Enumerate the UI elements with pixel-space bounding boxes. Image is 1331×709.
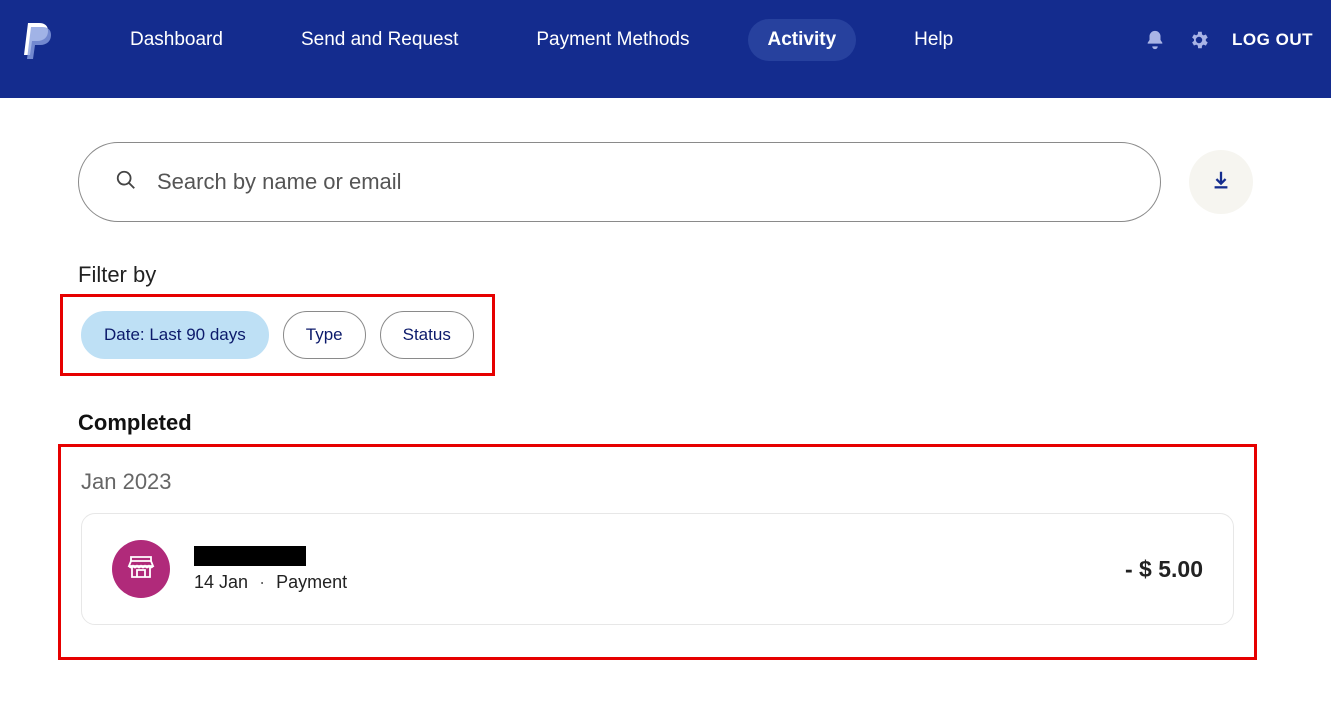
header-actions: LOG OUT	[1144, 29, 1313, 51]
search-row	[78, 142, 1253, 222]
filter-chips: Date: Last 90 days Type Status	[60, 294, 495, 376]
transaction-date: 14 Jan	[194, 572, 248, 592]
logout-link[interactable]: LOG OUT	[1232, 30, 1313, 50]
main-content: Filter by Date: Last 90 days Type Status…	[0, 98, 1331, 660]
download-icon	[1210, 169, 1232, 196]
search-box[interactable]	[78, 142, 1161, 222]
transaction-info: 14 Jan · Payment	[194, 546, 347, 593]
store-icon	[125, 551, 157, 588]
merchant-name-redacted	[194, 546, 306, 566]
filter-chip-type[interactable]: Type	[283, 311, 366, 359]
search-icon	[115, 169, 137, 196]
paypal-logo[interactable]	[22, 21, 54, 59]
bell-icon[interactable]	[1144, 29, 1166, 51]
nav-send-request[interactable]: Send and Request	[281, 19, 478, 61]
nav-dashboard[interactable]: Dashboard	[110, 19, 243, 61]
filter-section: Filter by Date: Last 90 days Type Status	[78, 262, 1253, 376]
gear-icon[interactable]	[1188, 29, 1210, 51]
filter-chip-date[interactable]: Date: Last 90 days	[81, 311, 269, 359]
transaction-list: Jan 2023 14 Jan · Pay	[58, 444, 1257, 660]
separator-dot: ·	[259, 572, 265, 592]
transaction-amount: - $ 5.00	[1125, 556, 1203, 583]
download-button[interactable]	[1189, 150, 1253, 214]
nav-help[interactable]: Help	[894, 19, 973, 61]
nav-payment-methods[interactable]: Payment Methods	[516, 19, 709, 61]
top-nav: Dashboard Send and Request Payment Metho…	[0, 0, 1331, 98]
transaction-row[interactable]: 14 Jan · Payment - $ 5.00	[81, 513, 1234, 625]
merchant-avatar	[112, 540, 170, 598]
nav-links: Dashboard Send and Request Payment Metho…	[110, 19, 973, 61]
month-label: Jan 2023	[81, 469, 1234, 495]
transaction-subtitle: 14 Jan · Payment	[194, 572, 347, 593]
nav-activity[interactable]: Activity	[748, 19, 857, 61]
section-title: Completed	[78, 410, 1253, 436]
filter-title: Filter by	[78, 262, 1253, 288]
filter-chip-status[interactable]: Status	[380, 311, 474, 359]
search-input[interactable]	[157, 169, 1124, 195]
transaction-type: Payment	[276, 572, 347, 592]
